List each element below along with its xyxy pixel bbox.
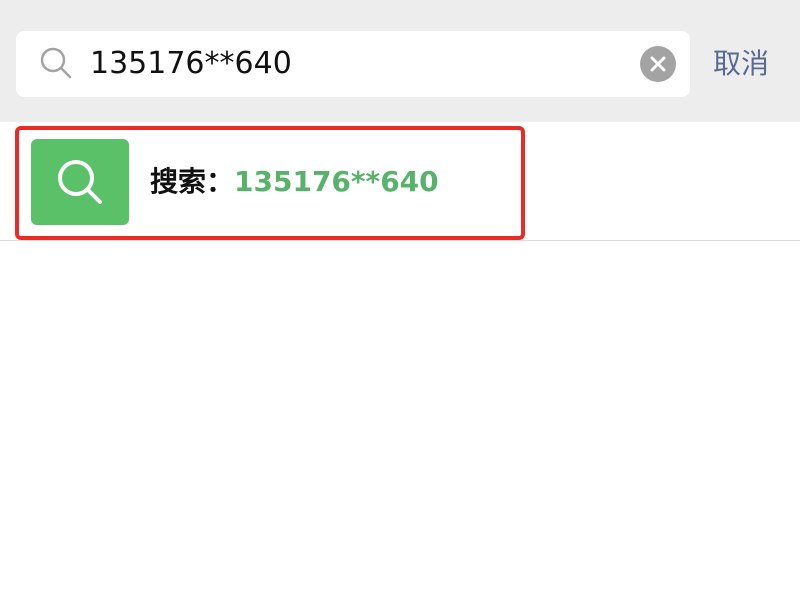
- search-result-row[interactable]: 搜索：135176**640: [0, 122, 800, 241]
- clear-search-button[interactable]: [640, 46, 676, 82]
- result-icon-tile: [31, 139, 129, 225]
- search-header: 取消: [0, 0, 800, 122]
- result-label: 搜索：135176**640: [150, 162, 439, 202]
- result-prefix: 搜索：: [150, 165, 235, 198]
- result-query-text: 135176**640: [234, 165, 439, 198]
- cancel-button[interactable]: 取消: [713, 44, 769, 84]
- search-icon: [38, 45, 74, 81]
- search-screen: 取消 搜索：135176**640: [0, 0, 800, 600]
- search-icon: [58, 160, 102, 204]
- search-input[interactable]: [90, 31, 630, 97]
- close-icon: [650, 56, 666, 72]
- search-box[interactable]: [16, 31, 690, 97]
